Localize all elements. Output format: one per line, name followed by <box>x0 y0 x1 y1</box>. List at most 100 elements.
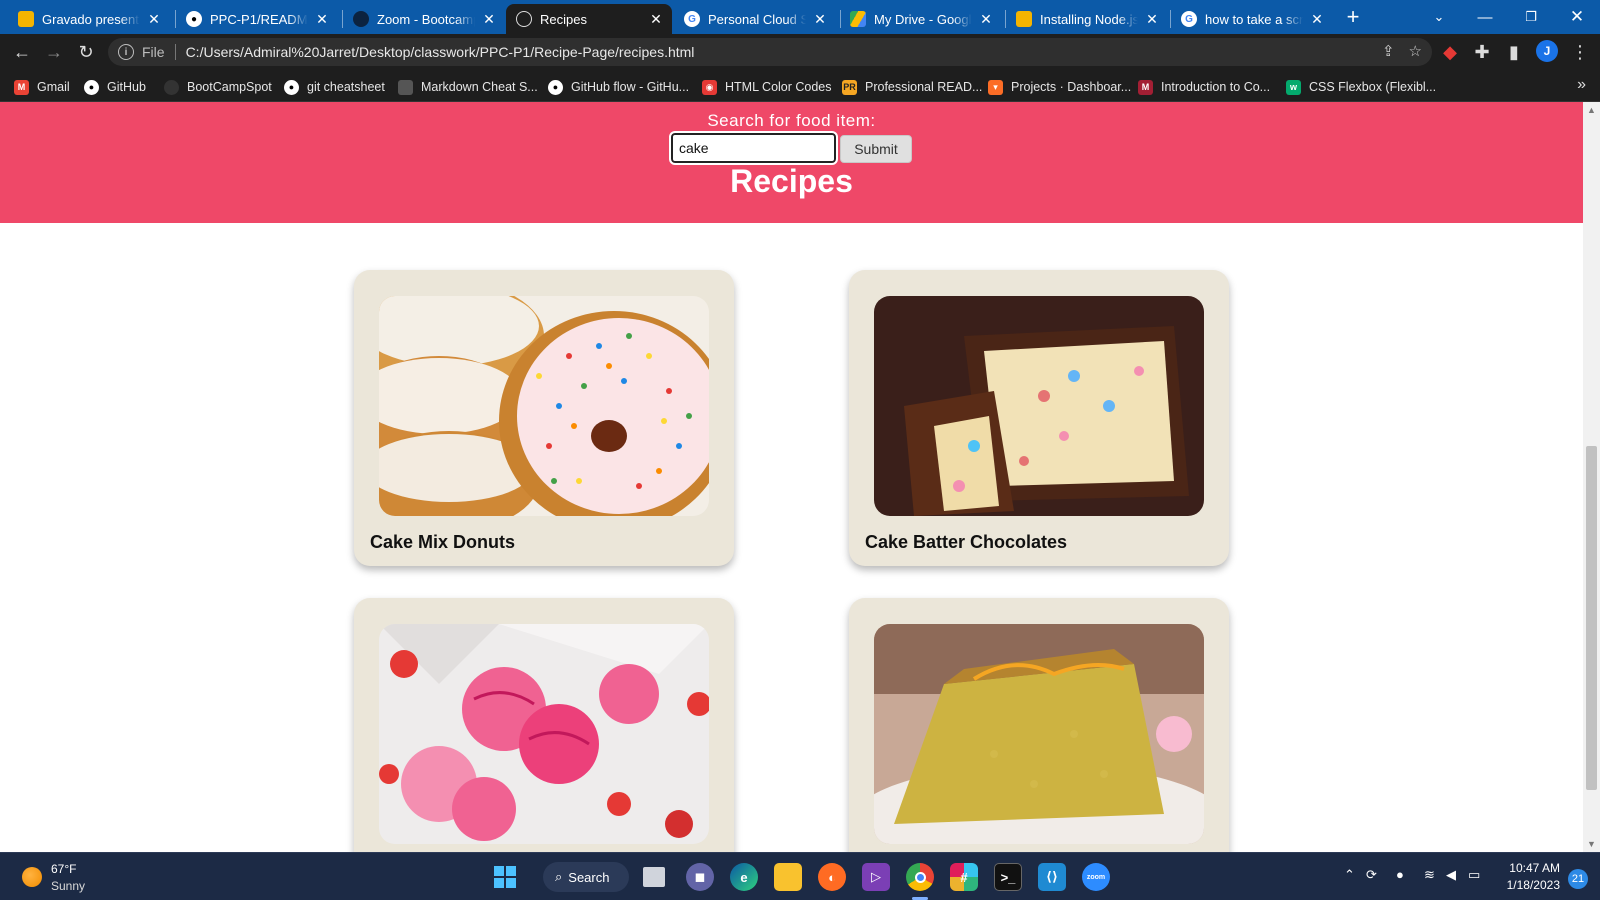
tab-strip: Gravado presentation ✕ ● PPC-P1/README.m… <box>0 0 1600 34</box>
page-viewport: Search for food item: Submit Recipes <box>0 102 1583 852</box>
tab-my-drive[interactable]: My Drive - Google Drive ✕ <box>840 4 1002 34</box>
close-icon[interactable]: ✕ <box>1144 11 1160 28</box>
bookmark-html-color-codes[interactable]: ◉ HTML Color Codes <box>702 78 832 96</box>
recipe-title[interactable]: Cake Batter Chocolates <box>865 532 1067 553</box>
visual-studio-icon[interactable]: ▷ <box>862 863 890 891</box>
taskbar: 67°F Sunny ⌕ Search ◼ e ◐ ▷ # >_ ⟨⟩ zoom… <box>0 852 1600 900</box>
tab-title: Personal Cloud Storage <box>708 11 806 27</box>
side-panel-icon[interactable]: ▮ <box>1500 38 1528 66</box>
address-url[interactable]: C:/Users/Admiral%20Jarret/Desktop/classw… <box>186 44 695 60</box>
markdown-icon <box>398 79 413 95</box>
weather-condition[interactable]: Sunny <box>51 879 85 893</box>
recipe-title[interactable]: Cake Mix Donuts <box>370 532 515 553</box>
close-icon[interactable]: ✕ <box>1309 11 1325 28</box>
task-view-icon[interactable] <box>643 867 665 887</box>
tab-recipes[interactable]: Recipes ✕ <box>506 4 672 34</box>
restore-button[interactable]: ❐ <box>1508 0 1554 34</box>
bookmark-git-cheatsheet[interactable]: ● git cheatsheet <box>284 78 385 96</box>
close-icon[interactable]: ✕ <box>314 11 330 28</box>
scroll-down-icon[interactable]: ▼ <box>1587 840 1596 849</box>
bookmark-professional-readme[interactable]: PR Professional READ... <box>842 78 982 96</box>
donuts-image[interactable] <box>379 296 709 516</box>
clock-time[interactable]: 10:47 AM <box>1488 861 1560 875</box>
battery-icon[interactable]: ▭ <box>1468 867 1480 883</box>
clock-date[interactable]: 1/18/2023 <box>1488 878 1560 892</box>
slides-icon <box>1016 11 1032 27</box>
bookmark-label: HTML Color Codes <box>725 80 832 94</box>
tab-gravado[interactable]: Gravado presentation ✕ <box>8 4 170 34</box>
submit-button[interactable]: Submit <box>840 135 912 163</box>
bookmark-label: GitHub <box>107 80 146 94</box>
lemon-cake-image[interactable] <box>874 624 1204 844</box>
bookmark-github-flow[interactable]: ● GitHub flow - GitHu... <box>548 78 689 96</box>
bookmark-bootcampspot[interactable]: BootCampSpot <box>164 78 272 96</box>
file-explorer-icon[interactable] <box>774 863 802 891</box>
tab-readme[interactable]: ● PPC-P1/README.md ✕ <box>176 4 338 34</box>
extensions-icon[interactable]: ✚ <box>1468 38 1496 66</box>
volume-icon[interactable]: ◀ <box>1446 867 1456 883</box>
wifi-icon[interactable]: ≋ <box>1424 867 1435 883</box>
sync-icon[interactable]: ⟳ <box>1366 867 1377 883</box>
tab-zoom-bootcamp[interactable]: Zoom - Bootcamp ✕ <box>343 4 505 34</box>
taskbar-search-label: Search <box>568 869 610 885</box>
close-icon[interactable]: ✕ <box>978 11 994 28</box>
recipe-card[interactable] <box>354 598 734 852</box>
scroll-up-icon[interactable]: ▲ <box>1587 106 1596 115</box>
close-icon[interactable]: ✕ <box>146 11 162 28</box>
address-bar[interactable]: i File C:/Users/Admiral%20Jarret/Desktop… <box>108 38 1432 66</box>
teams-icon[interactable]: ◼ <box>686 863 714 891</box>
info-icon[interactable]: i <box>118 44 134 60</box>
recipe-card[interactable]: Cake Mix Donuts <box>354 270 734 566</box>
notification-badge[interactable]: 21 <box>1568 869 1588 889</box>
chocolates-image[interactable] <box>874 296 1204 516</box>
edge-icon[interactable]: e <box>730 863 758 891</box>
duckduckgo-icon[interactable]: ◐ <box>818 863 846 891</box>
recipe-card[interactable]: Cake Batter Chocolates <box>849 270 1229 566</box>
screencast-extension-icon[interactable]: ◆ <box>1436 38 1464 66</box>
weather-temperature[interactable]: 67°F <box>51 862 76 876</box>
forward-button[interactable]: → <box>40 38 68 66</box>
start-button[interactable] <box>491 863 519 891</box>
close-icon[interactable]: ✕ <box>481 11 497 28</box>
tab-installing-node[interactable]: Installing Node.js ✕ <box>1006 4 1168 34</box>
bookmark-gmail[interactable]: M Gmail <box>14 78 70 96</box>
tray-overflow-icon[interactable]: ⌃ <box>1344 867 1355 883</box>
bookmark-markdown[interactable]: Markdown Cheat S... <box>398 78 538 96</box>
close-icon[interactable]: ✕ <box>648 11 664 28</box>
vscode-icon[interactable]: ⟨⟩ <box>1038 863 1066 891</box>
recipe-card[interactable] <box>849 598 1229 852</box>
minimize-button[interactable]: — <box>1462 0 1508 34</box>
tab-search-button[interactable]: ⌄ <box>1416 0 1462 34</box>
back-button[interactable]: ← <box>8 38 36 66</box>
tab-personal-cloud[interactable]: G Personal Cloud Storage ✕ <box>674 4 836 34</box>
bookmark-label: Introduction to Co... <box>1161 80 1271 94</box>
bookmarks-overflow-icon[interactable]: » <box>1577 76 1586 94</box>
close-icon[interactable]: ✕ <box>812 11 828 28</box>
profile-avatar[interactable]: J <box>1536 40 1558 62</box>
close-window-button[interactable]: ✕ <box>1554 0 1600 34</box>
sun-icon[interactable] <box>22 867 42 887</box>
share-icon[interactable]: ⇪ <box>1382 42 1395 60</box>
terminal-icon[interactable]: >_ <box>994 863 1022 891</box>
zoom-icon[interactable]: zoom <box>1082 863 1110 891</box>
bookmark-css-flexbox[interactable]: w CSS Flexbox (Flexibl... <box>1286 78 1436 96</box>
search-input[interactable] <box>669 131 838 165</box>
bookmark-star-icon[interactable]: ☆ <box>1409 42 1422 60</box>
taskbar-search[interactable]: ⌕ Search <box>543 862 629 892</box>
menu-icon[interactable]: ⋮ <box>1566 38 1594 66</box>
cake-balls-image[interactable] <box>379 624 709 844</box>
github-icon: ● <box>548 79 563 95</box>
new-tab-button[interactable]: + <box>1340 5 1366 31</box>
bookmark-intro-to-co[interactable]: M Introduction to Co... <box>1138 78 1270 96</box>
reload-button[interactable]: ↻ <box>72 38 100 66</box>
chrome-icon[interactable] <box>906 863 934 891</box>
search-icon: ⌕ <box>555 869 563 884</box>
scrollbar-thumb[interactable] <box>1586 446 1597 790</box>
microphone-icon[interactable]: ● <box>1396 867 1404 882</box>
bookmark-github[interactable]: ● GitHub <box>84 78 146 96</box>
w3schools-icon: w <box>1286 79 1301 95</box>
slack-icon[interactable]: # <box>950 863 978 891</box>
bookmark-gitlab-projects[interactable]: ▾ Projects · Dashboar... <box>988 78 1131 96</box>
page-scrollbar[interactable]: ▲ ▼ <box>1583 102 1600 852</box>
tab-screenshot-search[interactable]: G how to take a screenshot ✕ <box>1171 4 1333 34</box>
